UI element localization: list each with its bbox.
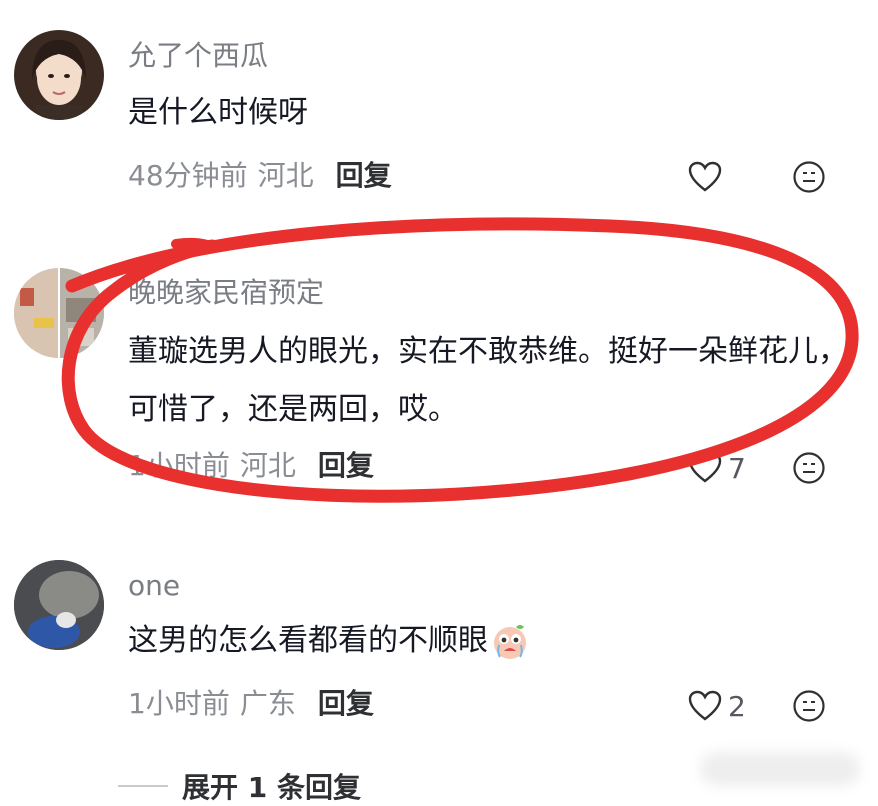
crying-emoji-sticker: [494, 625, 526, 659]
comment-location: 广东: [239, 687, 296, 720]
reply-button[interactable]: 回复: [336, 162, 392, 190]
avatar-portrait: [32, 40, 86, 120]
comment-username[interactable]: 允了个西瓜: [128, 42, 268, 70]
comment-meta: 1小时前 河北 回复: [128, 452, 374, 480]
comment-meta: 1小时前 广东 回复: [128, 690, 374, 718]
heart-icon: [688, 690, 722, 721]
expand-replies-label: 展开 1 条回复: [182, 771, 361, 804]
like-button[interactable]: [688, 160, 728, 194]
comment-time: 48分钟前: [128, 159, 248, 192]
heart-icon: [688, 452, 722, 483]
like-button[interactable]: 2: [688, 689, 746, 723]
comment-time: 1小时前: [128, 687, 230, 720]
comment-text-row: 这男的怎么看都看的不顺眼: [128, 612, 530, 670]
reply-button[interactable]: 回复: [318, 690, 374, 718]
expand-replies-button[interactable]: 展开 1 条回复: [118, 766, 361, 806]
like-count: 2: [728, 689, 746, 723]
avatar[interactable]: [14, 560, 104, 650]
reply-button[interactable]: 回复: [318, 452, 374, 480]
avatar[interactable]: [14, 30, 104, 120]
avatar-room-photo: [14, 268, 104, 358]
emoji-icon[interactable]: [792, 160, 826, 194]
emoji-icon[interactable]: [792, 451, 826, 485]
comment-location: 河北: [239, 449, 296, 482]
comment-username[interactable]: 晚晚家民宿预定: [128, 279, 324, 307]
comment-location: 河北: [257, 159, 314, 192]
emoji-icon[interactable]: [792, 689, 826, 723]
comment-time: 1小时前: [128, 449, 230, 482]
heart-icon: [688, 161, 722, 192]
divider-line: [118, 785, 168, 787]
comment-username[interactable]: one: [128, 572, 180, 600]
avatar-photo: [14, 560, 104, 650]
comment-text: 是什么时候呀: [128, 95, 308, 130]
avatar[interactable]: [14, 268, 104, 358]
blurred-overlay: [700, 752, 860, 786]
comment-meta: 48分钟前 河北 回复: [128, 162, 392, 190]
like-count: 7: [728, 451, 746, 485]
like-button[interactable]: 7: [688, 451, 746, 485]
comment-text: 董璇选男人的眼光，实在不敢恭维。挺好一朵鲜花儿，可惜了，还是两回，哎。: [128, 334, 848, 427]
comment-text: 这男的怎么看都看的不顺眼: [128, 623, 488, 658]
